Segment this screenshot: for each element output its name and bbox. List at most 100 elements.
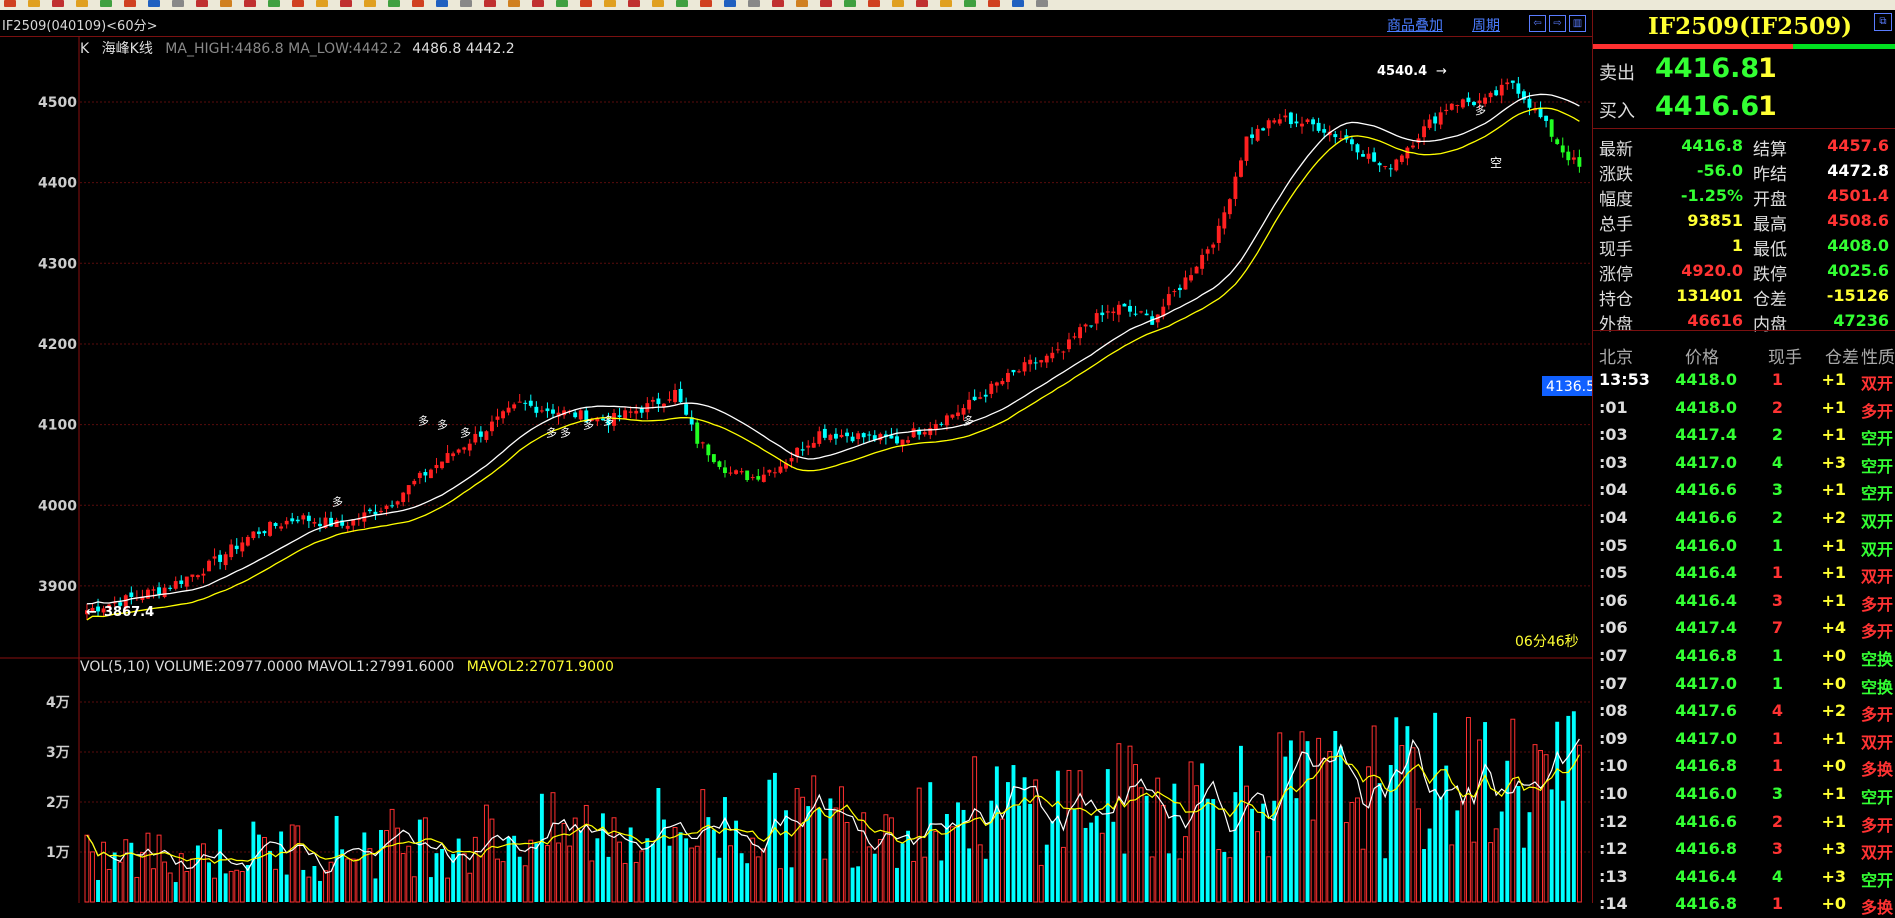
kline-chart[interactable]: 3900 4000 4100 4200 4300 4400 4500 1万 2万 3万 4万 K 海… [0,36,1592,903]
tick-vol: 1 [1771,728,1783,748]
candle [972,396,977,401]
volume-bar [755,856,761,903]
candle [1222,212,1227,229]
toolbar-icon[interactable] [220,0,232,7]
stat-value: 93851 [1687,211,1743,230]
indicator-k: K [80,41,90,57]
candle [1011,369,1016,373]
tick-header: 现手 [1768,348,1802,368]
signal-label: 多 [332,494,343,508]
toolbar-icon[interactable] [868,0,880,7]
candle [1399,155,1404,162]
toolbar-icon[interactable] [124,0,136,7]
toolbar-icon[interactable] [172,0,184,7]
volume-bar [811,775,817,903]
toolbar-icon[interactable] [460,0,472,7]
candle [861,433,866,438]
toolbar-icon[interactable] [964,0,976,7]
volume-bar [662,819,666,902]
toolbar-icon[interactable] [4,0,16,7]
candle [423,472,428,476]
toolbar-icon[interactable] [988,0,1000,7]
volume-bar [700,789,706,903]
toolbar-icon[interactable] [1036,0,1048,7]
candle [1494,90,1499,96]
volume-bar [1116,743,1122,903]
toolbar-icon[interactable] [724,0,736,7]
toolbar-icon[interactable] [340,0,352,7]
toolbar-icon[interactable] [844,0,856,7]
scroll-left-icon[interactable]: ⇦ [1529,15,1546,32]
tick-nature: 多开 [1861,815,1894,835]
toolbar-icon[interactable] [532,0,544,7]
candle [711,454,716,463]
volume-bar [1077,770,1083,903]
candle [373,511,378,515]
toolbar-icon[interactable] [292,0,304,7]
toolbar-icon[interactable] [268,0,280,7]
toolbar-icon[interactable] [580,0,592,7]
tick-vol: 2 [1771,397,1783,417]
toolbar-icon[interactable] [484,0,496,7]
candle [822,428,827,438]
low-arrow: ← [86,605,97,620]
candle [1283,115,1288,118]
volume-bar [1449,844,1455,903]
tick-price: 4416.6 [1675,811,1737,831]
toolbar-icon[interactable] [700,0,712,7]
tick-price: 4416.6 [1675,480,1737,500]
toolbar-icon[interactable] [652,0,664,7]
tick-oi: +1 [1821,784,1846,803]
volume-bar [717,857,722,902]
toolbar-icon[interactable] [508,0,520,7]
tick-price: 4417.6 [1675,701,1737,721]
toolbar-icon[interactable] [796,0,808,7]
volume-bar [356,858,362,903]
overlay-link[interactable]: 商品叠加 [1387,15,1443,35]
volume-bar [1194,785,1200,903]
toolbar-icon[interactable] [412,0,424,7]
toolbar-icon[interactable] [100,0,112,7]
volume-bar [434,853,439,902]
volume-bar [850,867,855,902]
toolbar-icon[interactable] [388,0,400,7]
volume-bar [90,851,95,903]
toolbar-icon[interactable] [628,0,640,7]
tick-time: :03 [1599,425,1628,445]
low-label: 3867.4 [104,605,154,620]
toolbar-icon[interactable] [892,0,904,7]
volume-bar [1022,777,1027,902]
toolbar-icon[interactable] [196,0,208,7]
panel-toggle-icon[interactable]: ⧉ [1874,13,1892,31]
stat-value: 4501.4 [1827,186,1889,205]
toolbar-icon[interactable] [940,0,952,7]
toolbar-icon[interactable] [556,0,568,7]
toolbar-icon[interactable] [772,0,784,7]
layout-icon[interactable]: ▥ [1569,15,1586,32]
toolbar-icon[interactable] [364,0,376,7]
toolbar-icon[interactable] [244,0,256,7]
volume-bar [589,860,595,903]
price-tick-label: 4500 [38,95,77,111]
scroll-right-icon[interactable]: ⇨ [1549,15,1566,32]
tick-vol: 3 [1771,480,1783,500]
tick-time: :07 [1599,673,1628,693]
toolbar-icon[interactable] [748,0,760,7]
toolbar-icon[interactable] [1012,0,1024,7]
toolbar-icon[interactable] [316,0,328,7]
toolbar-icon[interactable] [148,0,160,7]
volume-bar [1499,811,1504,902]
toolbar-icon[interactable] [436,0,448,7]
toolbar-icon[interactable] [916,0,928,7]
volume-bar [1516,786,1521,902]
volume-bar [1566,715,1571,902]
toolbar-icon[interactable] [820,0,832,7]
toolbar-icon[interactable] [76,0,88,7]
tick-oi: +3 [1821,839,1846,859]
toolbar-icon[interactable] [28,0,40,7]
toolbar-icon[interactable] [604,0,616,7]
toolbar-icon[interactable] [52,0,64,7]
volume-bar [833,807,839,903]
toolbar-icon[interactable] [676,0,688,7]
period-link[interactable]: 周期 [1472,15,1500,35]
